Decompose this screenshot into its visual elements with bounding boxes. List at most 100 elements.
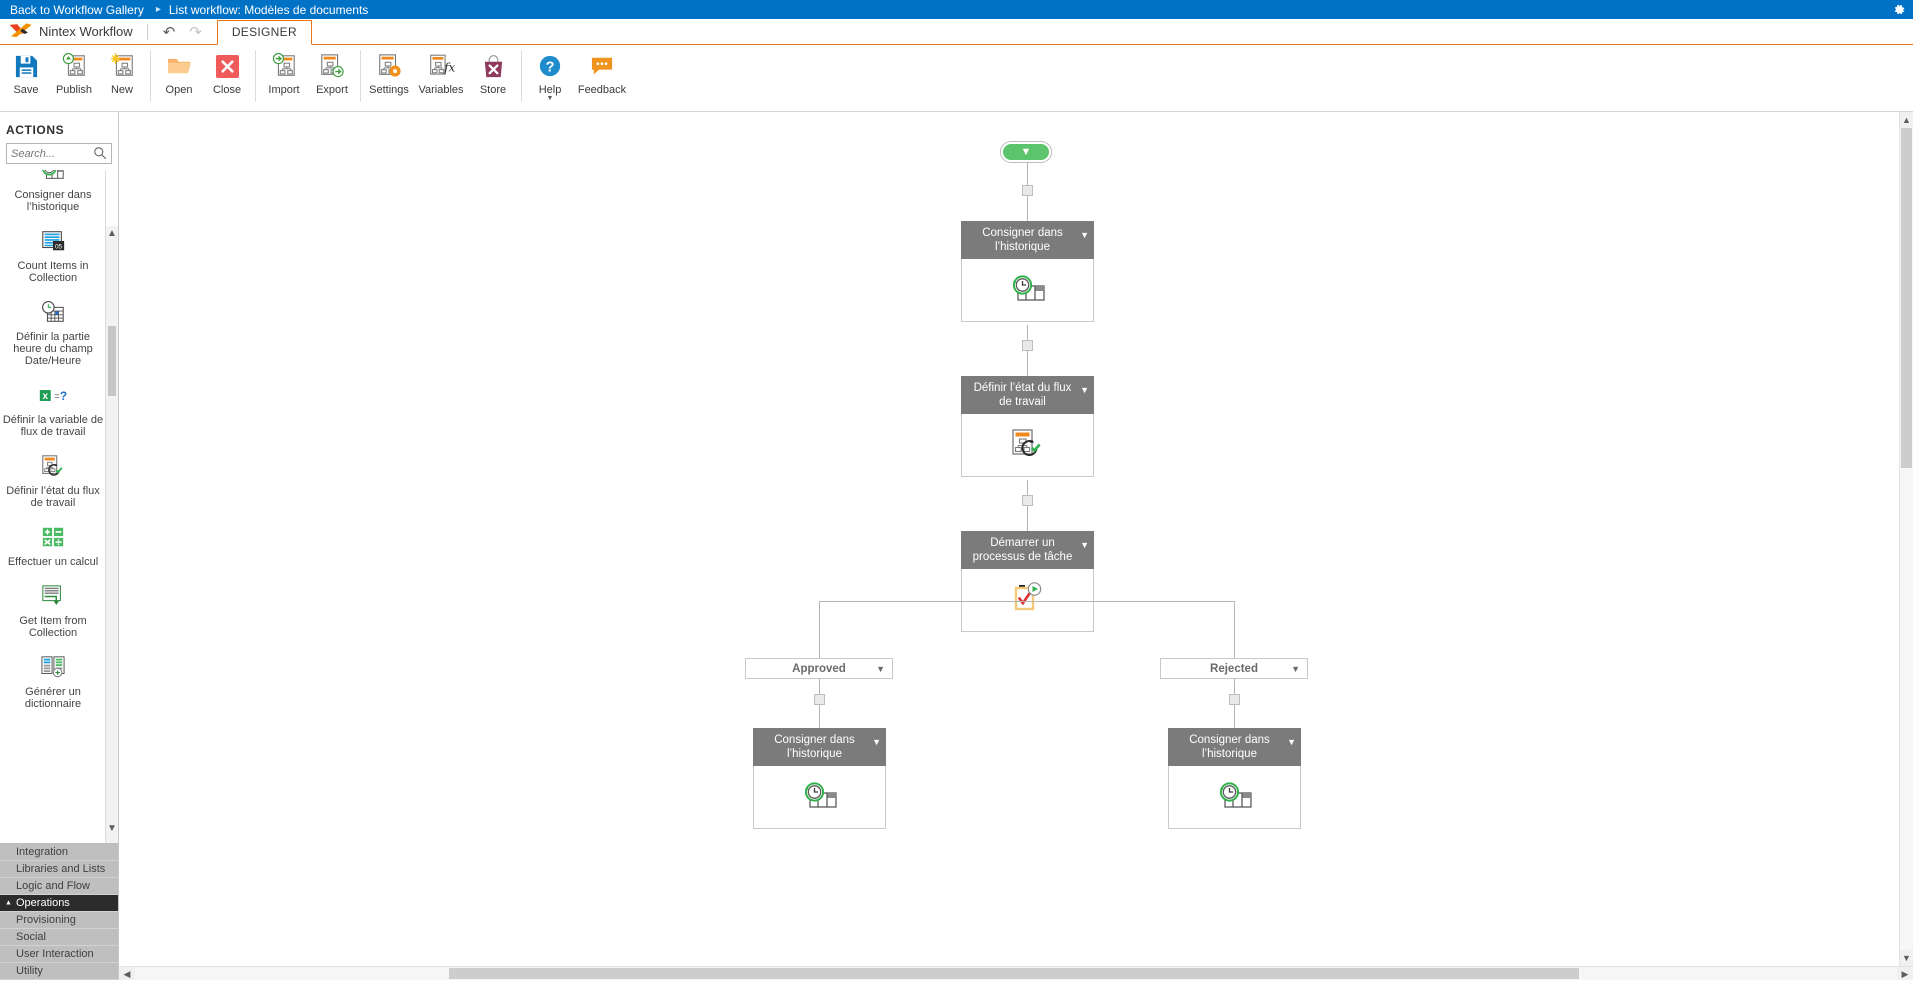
chevron-down-icon[interactable]: ▼ [1287, 735, 1296, 749]
store-bag-icon [481, 51, 506, 81]
connector-line [1027, 325, 1028, 377]
set-state-icon [1008, 426, 1048, 465]
svg-text:?: ? [545, 60, 554, 76]
chevron-down-icon[interactable]: ▼ [1291, 664, 1300, 674]
redo-icon[interactable]: ↷ [182, 23, 209, 41]
undo-redo-group: ↶ ↷ [156, 23, 209, 44]
workflow-node-log-history-approved[interactable]: Consigner dans l’historique ▼ [753, 728, 886, 829]
category-social[interactable]: Social [0, 929, 118, 946]
action-item-label: Effectuer un calcul [7, 556, 99, 568]
action-item-log-history-partial[interactable]: Consigner dans l’historique [1, 170, 106, 219]
chevron-down-icon[interactable]: ▼ [547, 95, 554, 102]
scroll-right-arrow-icon[interactable]: ▶ [1897, 967, 1913, 980]
chevron-down-icon[interactable]: ▼ [1080, 538, 1089, 552]
export-button[interactable]: Export [308, 45, 356, 96]
category-user-interaction[interactable]: User Interaction [0, 946, 118, 963]
chevron-down-icon[interactable]: ▼ [1080, 383, 1089, 397]
undo-icon[interactable]: ↶ [156, 23, 183, 41]
action-item-label: Définir l’état du flux de travail [6, 485, 100, 509]
new-button[interactable]: New [98, 45, 146, 96]
action-item-set-workflow-variable[interactable]: x = ? Définir la variable de flux de tra… [1, 373, 106, 444]
open-button[interactable]: Open [155, 45, 203, 96]
action-item-count-items[interactable]: 05 Count Items in Collection [1, 219, 106, 290]
category-operations[interactable]: ▲ Operations [0, 895, 118, 912]
node-body[interactable] [961, 259, 1094, 322]
scroll-down-arrow-icon[interactable]: ▼ [1900, 950, 1913, 966]
node-header[interactable]: Démarrer un processus de tâche ▼ [961, 531, 1094, 569]
save-button[interactable]: Save [2, 45, 50, 96]
publish-button[interactable]: Publish [50, 45, 98, 96]
store-button[interactable]: Store [469, 45, 517, 96]
action-item-math-operation[interactable]: Effectuer un calcul [1, 515, 106, 574]
scrollbar-thumb[interactable] [108, 326, 116, 396]
category-utility[interactable]: Utility [0, 963, 118, 980]
node-title: Consigner dans l’historique [982, 227, 1063, 253]
node-header[interactable]: Consigner dans l’historique ▼ [1168, 728, 1301, 766]
ribbon-group-file: Save Publish New [2, 45, 155, 111]
scroll-left-arrow-icon[interactable]: ◀ [119, 967, 135, 980]
node-header[interactable]: Définir l’état du flux de travail ▼ [961, 376, 1094, 414]
scrollbar-thumb[interactable] [449, 968, 1579, 979]
feedback-button[interactable]: Feedback [574, 45, 630, 96]
insert-action-button[interactable] [1022, 495, 1033, 506]
help-button[interactable]: ? Help ▼ [526, 45, 574, 102]
node-title: Définir l’état du flux de travail [973, 382, 1072, 408]
category-provisioning[interactable]: Provisioning [0, 912, 118, 929]
node-body[interactable] [961, 414, 1094, 477]
close-button[interactable]: Close [203, 45, 251, 96]
node-header[interactable]: Consigner dans l’historique ▼ [961, 221, 1094, 259]
actions-search-wrapper [0, 143, 118, 170]
chevron-down-icon[interactable]: ▼ [1080, 228, 1089, 242]
insert-action-button[interactable] [1022, 185, 1033, 196]
action-item-get-item-from-collection[interactable]: Get Item from Collection [1, 574, 106, 645]
branch-label-rejected[interactable]: Rejected ▼ [1160, 658, 1308, 679]
workflow-node-start-task-process[interactable]: Démarrer un processus de tâche ▼ [961, 531, 1094, 632]
svg-text:fx: fx [443, 60, 455, 74]
variables-button[interactable]: fx Variables [413, 45, 469, 96]
canvas-vertical-scrollbar[interactable]: ▲ ▼ [1899, 112, 1913, 966]
workflow-canvas[interactable]: ▼ Consigner dans l’historique ▼ Définir … [119, 112, 1899, 966]
triangle-up-icon: ▲ [5, 899, 12, 907]
import-button[interactable]: Import [260, 45, 308, 96]
gear-icon[interactable] [1892, 3, 1906, 17]
action-item-label: Définir la partie heure du champ Date/He… [13, 331, 93, 367]
scrollbar-thumb[interactable] [1901, 128, 1912, 468]
history-clock-icon [1008, 271, 1048, 310]
insert-action-button[interactable] [814, 694, 825, 705]
ribbon-group-open-close: Open Close [155, 45, 260, 111]
action-item-label: Définir la variable de flux de travail [2, 414, 104, 438]
settings-gear-icon [376, 51, 402, 81]
workflow-node-log-history-rejected[interactable]: Consigner dans l’historique ▼ [1168, 728, 1301, 829]
history-clock-icon [800, 778, 840, 817]
settings-button[interactable]: Settings [365, 45, 413, 96]
category-libraries-and-lists[interactable]: Libraries and Lists [0, 861, 118, 878]
branch-label-approved[interactable]: Approved ▼ [745, 658, 893, 679]
node-body[interactable] [1168, 766, 1301, 829]
category-logic-and-flow[interactable]: Logic and Flow [0, 878, 118, 895]
import-label: Import [268, 84, 300, 96]
canvas-horizontal-scrollbar[interactable]: ◀ ▶ [119, 966, 1913, 980]
insert-action-button[interactable] [1022, 340, 1033, 351]
search-icon[interactable] [93, 146, 107, 160]
node-header[interactable]: Consigner dans l’historique ▼ [753, 728, 886, 766]
back-to-workflow-gallery-link[interactable]: Back to Workflow Gallery [6, 3, 148, 17]
actions-scrollbar[interactable]: ▲ ▼ [105, 170, 118, 843]
workflow-node-set-workflow-status[interactable]: Définir l’état du flux de travail ▼ [961, 376, 1094, 477]
action-item-set-time-portion[interactable]: Définir la partie heure du champ Date/He… [1, 290, 106, 373]
start-node[interactable]: ▼ [1001, 142, 1051, 162]
action-item-set-workflow-status[interactable]: Définir l’état du flux de travail [1, 444, 106, 515]
tab-designer[interactable]: DESIGNER [216, 20, 312, 45]
category-integration[interactable]: Integration [0, 844, 118, 861]
insert-action-button[interactable] [1229, 694, 1240, 705]
scroll-up-arrow-icon[interactable]: ▲ [1900, 112, 1913, 128]
chevron-down-icon[interactable]: ▼ [872, 735, 881, 749]
action-item-label: Générer un dictionnaire [24, 686, 82, 710]
node-body[interactable] [753, 766, 886, 829]
scroll-down-arrow-icon[interactable]: ▼ [106, 821, 118, 835]
scroll-up-arrow-icon[interactable]: ▲ [106, 226, 118, 240]
action-item-build-dictionary[interactable]: Générer un dictionnaire [1, 645, 106, 716]
workflow-node-log-history-1[interactable]: Consigner dans l’historique ▼ [961, 221, 1094, 322]
chevron-down-icon[interactable]: ▼ [876, 664, 885, 674]
connector-line [819, 601, 1235, 602]
date-time-icon [39, 297, 67, 327]
